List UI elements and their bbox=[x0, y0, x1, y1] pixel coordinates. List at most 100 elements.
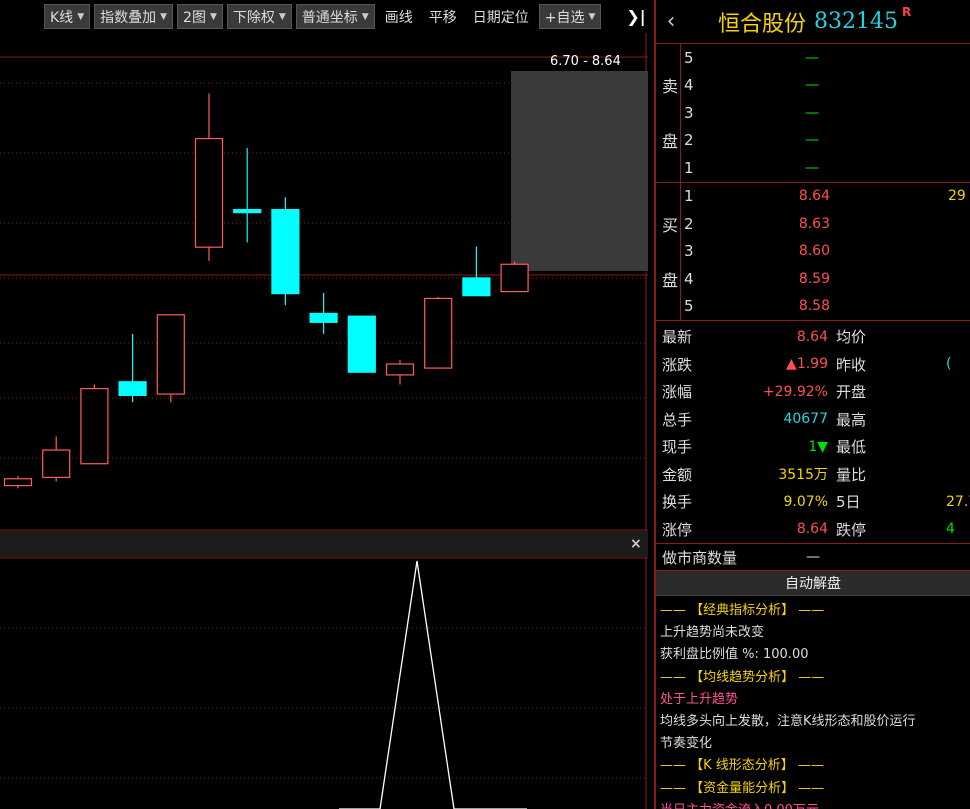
candle-body-down bbox=[271, 209, 300, 295]
buy-level-row[interactable]: 5 8.58 bbox=[656, 293, 970, 321]
sell-level-price: — bbox=[805, 159, 819, 176]
quote-value: ▲1.99 bbox=[786, 356, 828, 373]
sell-level-row[interactable]: 5 — bbox=[656, 44, 970, 72]
quote-label: 涨停 bbox=[662, 520, 693, 539]
buy-level-price: 8.60 bbox=[798, 243, 830, 260]
buy-level-number: 5 bbox=[684, 297, 694, 316]
axis-scale-label: 普通坐标 bbox=[301, 9, 358, 26]
zoom-preview-box bbox=[511, 71, 648, 271]
analysis-section-heading: —— 【经典指标分析】 —— bbox=[660, 603, 825, 618]
sell-level-price: — bbox=[805, 104, 819, 121]
quote-value-secondary: ( bbox=[946, 356, 952, 373]
quote-label-secondary: 量比 bbox=[836, 465, 867, 484]
kline-chart-area[interactable]: 6.70 - 8.64 × bbox=[0, 33, 648, 809]
candle-body-up bbox=[194, 137, 224, 248]
quote-row: 涨幅 +29.92% 开盘 bbox=[656, 378, 970, 406]
quote-row: 总手 40677 最高 bbox=[656, 406, 970, 434]
analysis-line: 上升趋势尚未改变 bbox=[660, 625, 765, 641]
candle-body-up bbox=[424, 297, 453, 369]
sell-level-row[interactable]: 卖 4 — bbox=[656, 72, 970, 100]
quote-label: 金额 bbox=[662, 465, 693, 484]
kline-dropdown[interactable]: K线 ▼ bbox=[44, 4, 91, 29]
analysis-line: 节奏变化 bbox=[660, 736, 713, 752]
quote-value: 8.64 bbox=[796, 328, 828, 345]
buy-level-number: 2 bbox=[684, 214, 694, 233]
sell-level-number: 3 bbox=[684, 103, 694, 122]
sell-side-label: 盘 bbox=[662, 132, 679, 152]
buy-level-number: 1 bbox=[684, 187, 694, 206]
candle-body-down bbox=[233, 209, 262, 214]
close-icon[interactable]: × bbox=[630, 536, 642, 552]
quote-label: 涨跌 bbox=[662, 355, 693, 374]
chevron-down-icon: ▼ bbox=[278, 11, 286, 22]
buy-level-row[interactable]: 3 8.60 bbox=[656, 238, 970, 266]
auto-analysis-tab[interactable]: 自动解盘 bbox=[656, 571, 970, 596]
buy-level-price: 8.59 bbox=[798, 270, 830, 287]
quote-row: 涨停 8.64 跌停 4 bbox=[656, 516, 970, 544]
quote-label-secondary: 昨收 bbox=[836, 355, 867, 374]
candle-body-down bbox=[118, 381, 147, 397]
sell-level-row[interactable]: 3 — bbox=[656, 99, 970, 127]
chart-count-dropdown[interactable]: 2图 ▼ bbox=[177, 4, 223, 29]
candle-body-down bbox=[347, 315, 376, 373]
chevron-down-icon: ▼ bbox=[77, 11, 85, 22]
sell-level-row[interactable]: 盘 2 — bbox=[656, 127, 970, 155]
candle-body-up bbox=[3, 478, 33, 487]
quote-label: 总手 bbox=[662, 410, 693, 429]
quote-label: 最新 bbox=[662, 328, 693, 347]
analysis-line: 获利盘比例值 %: 100.00 bbox=[660, 647, 809, 663]
chart-count-label: 2图 bbox=[183, 9, 206, 26]
sell-level-row[interactable]: 1 — bbox=[656, 154, 970, 182]
buy-level-volume: 29 bbox=[948, 188, 966, 205]
quote-panel: ‹ 恒合股份 832145 R 5 — 卖 4 — 3 — 盘 2 — 1 — bbox=[654, 0, 970, 809]
quote-row: 金额 3515万 量比 bbox=[656, 461, 970, 489]
analysis-text: —— 【经典指标分析】 —— 上升趋势尚未改变获利盘比例值 %: 100.00 ——… bbox=[656, 596, 970, 809]
add-watchlist-label: +自选 bbox=[544, 9, 585, 26]
stock-header: ‹ 恒合股份 832145 R bbox=[656, 0, 970, 44]
buy-order-book: 1 8.64 29 买 2 8.63 3 8.60 盘 4 8.59 5 8.5… bbox=[656, 182, 970, 321]
analysis-line: 当日主力资金流入0.00万元 bbox=[660, 800, 970, 809]
quote-label: 涨幅 bbox=[662, 383, 693, 402]
pan-button[interactable]: 平移 bbox=[423, 4, 463, 29]
jump-end-icon[interactable]: ❯| bbox=[624, 4, 648, 29]
sell-level-number: 1 bbox=[684, 158, 694, 177]
chevron-down-icon: ▼ bbox=[361, 11, 369, 22]
index-overlay-dropdown[interactable]: 指数叠加 ▼ bbox=[94, 4, 174, 29]
stock-name: 恒合股份 bbox=[718, 11, 807, 37]
add-watchlist-dropdown[interactable]: +自选 ▼ bbox=[538, 4, 602, 29]
quote-row: 换手 9.07% 5日 27.7 bbox=[656, 488, 970, 516]
buy-level-row[interactable]: 1 8.64 29 bbox=[656, 183, 970, 211]
quote-label-secondary: 开盘 bbox=[836, 383, 867, 402]
quote-row: 最新 8.64 均价 bbox=[656, 323, 970, 351]
chevron-down-icon: ▼ bbox=[160, 11, 168, 22]
kline-dropdown-label: K线 bbox=[50, 9, 74, 26]
price-range-label: 6.70 - 8.64 bbox=[550, 54, 621, 69]
quote-value-secondary: 27.7 bbox=[946, 493, 970, 510]
candle-body-up bbox=[156, 314, 185, 395]
volume-line bbox=[339, 560, 527, 809]
analysis-line: 均线多头向上发散，注意K线形态和股价运行 bbox=[660, 714, 916, 730]
quote-row: 涨跌 ▲1.99 昨收 ( bbox=[656, 351, 970, 379]
index-overlay-label: 指数叠加 bbox=[100, 9, 157, 26]
quote-value: 40677 bbox=[783, 411, 828, 428]
sell-level-price: — bbox=[805, 49, 819, 66]
analysis-section-heading: —— 【均线趋势分析】 —— bbox=[660, 669, 825, 685]
quote-value: 8.64 bbox=[796, 521, 828, 538]
quote-label-secondary: 均价 bbox=[836, 328, 867, 347]
date-locate-button[interactable]: 日期定位 bbox=[467, 4, 535, 29]
kline-chart-svg[interactable] bbox=[0, 33, 648, 809]
quote-stats: 最新 8.64 均价 涨跌 ▲1.99 昨收 (涨幅 +29.92% 开盘 总手 40677 最高 现手… bbox=[656, 321, 970, 544]
ex-rights-dropdown[interactable]: 下除权 ▼ bbox=[226, 4, 292, 29]
subchart-header bbox=[0, 531, 648, 557]
draw-line-button[interactable]: 画线 bbox=[379, 4, 419, 29]
buy-level-row[interactable]: 买 2 8.63 bbox=[656, 210, 970, 238]
market-maker-value: — bbox=[806, 549, 820, 565]
quote-value: 9.07% bbox=[783, 493, 828, 510]
axis-scale-dropdown[interactable]: 普通坐标 ▼ bbox=[295, 4, 375, 29]
buy-level-row[interactable]: 盘 4 8.59 bbox=[656, 265, 970, 293]
sell-side-label: 卖 bbox=[662, 77, 679, 97]
back-icon[interactable]: ‹ bbox=[656, 9, 686, 34]
candle-body-up bbox=[42, 449, 71, 478]
candle-body-down bbox=[462, 277, 491, 297]
chevron-down-icon: ▼ bbox=[588, 11, 596, 22]
